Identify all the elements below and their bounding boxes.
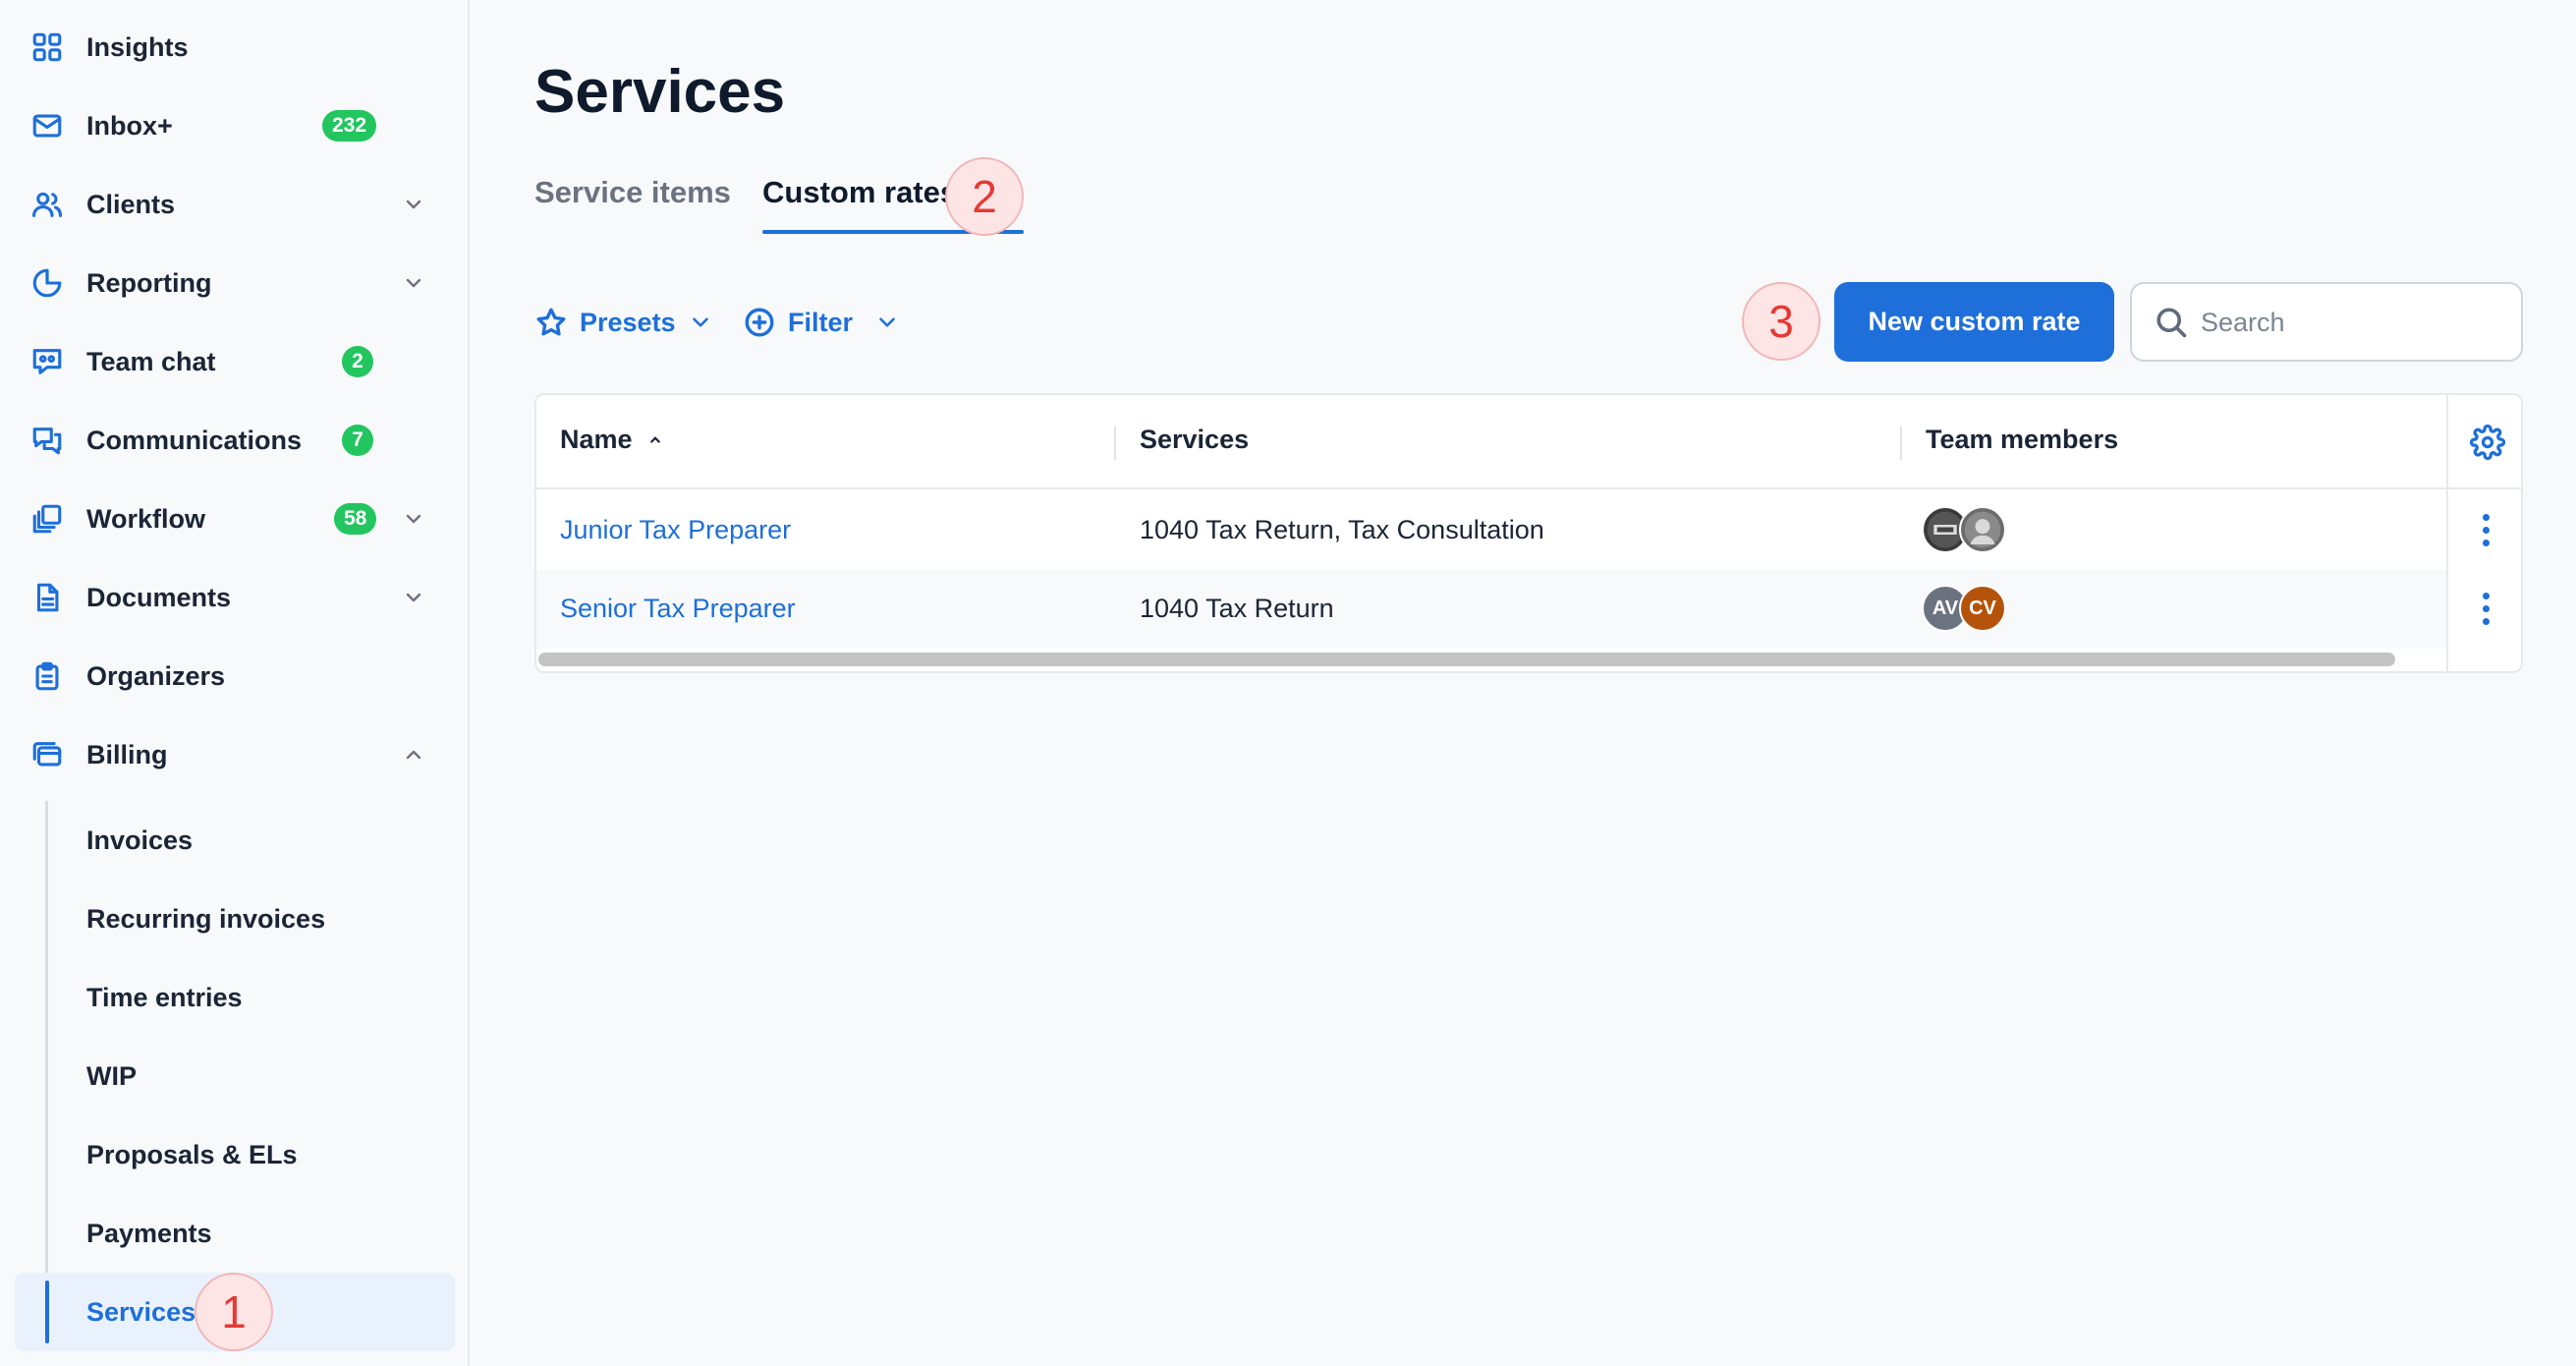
rate-services: 1040 Tax Return <box>1140 594 1334 623</box>
new-custom-rate-button[interactable]: New custom rate <box>1834 282 2114 362</box>
sidebar-subitem-recurring-invoices[interactable]: Recurring invoices <box>0 880 470 958</box>
chevron-down-icon[interactable] <box>399 504 428 534</box>
sidebar-item-billing[interactable]: Billing <box>0 715 470 794</box>
sidebar-subitem-invoices[interactable]: Invoices <box>0 801 470 880</box>
sidebar-subitem-payments[interactable]: Payments <box>0 1194 470 1273</box>
sidebar-item-communications[interactable]: Communications 7 <box>0 401 470 480</box>
sidebar-item-insights[interactable]: Insights <box>0 8 470 86</box>
sidebar-subitem-wip[interactable]: WIP <box>0 1037 470 1115</box>
mail-icon <box>29 108 65 143</box>
users-icon <box>29 187 65 222</box>
sidebar-item-label: Inbox+ <box>86 110 173 141</box>
step-marker-3: 3 <box>1742 282 1820 361</box>
grid-icon <box>29 29 65 65</box>
communications-count-badge: 7 <box>342 425 373 456</box>
sidebar-item-inbox[interactable]: Inbox+ 232 <box>0 86 470 165</box>
step-marker-2: 2 <box>945 157 1024 236</box>
document-icon <box>29 580 65 615</box>
sidebar-subitem-label: WIP <box>86 1060 137 1091</box>
column-header-label: Name <box>560 425 633 454</box>
sidebar-subitem-label: Invoices <box>86 825 194 855</box>
sort-ascending-icon[interactable] <box>646 431 664 449</box>
column-resize-handle[interactable] <box>1900 427 1902 460</box>
star-icon <box>536 308 566 336</box>
sidebar-item-label: Team chat <box>86 346 216 376</box>
sidebar-subitem-label: Services <box>86 1296 196 1327</box>
workflow-icon <box>29 501 65 537</box>
table-row: Junior Tax Preparer 1040 Tax Return, Tax… <box>536 491 2446 570</box>
table-row: Senior Tax Preparer 1040 Tax Return AV C… <box>536 570 2446 649</box>
presets-button[interactable]: Presets <box>534 298 713 347</box>
rate-services: 1040 Tax Return, Tax Consultation <box>1140 515 1544 544</box>
sidebar-item-label: Reporting <box>86 267 212 298</box>
sidebar-item-workflow[interactable]: Workflow 58 <box>0 480 470 558</box>
pie-chart-icon <box>29 265 65 301</box>
row-actions-menu-icon[interactable] <box>2462 585 2509 632</box>
sidebar-item-label: Insights <box>86 31 189 62</box>
gear-icon[interactable] <box>2470 425 2505 460</box>
avatar <box>1959 506 2006 553</box>
chevron-down-icon[interactable] <box>399 268 428 298</box>
sidebar-item-label: Clients <box>86 189 176 219</box>
page-title: Services <box>534 58 786 126</box>
tab-custom-rates[interactable]: Custom rates <box>762 175 957 210</box>
custom-rates-table: Name Services Team members Junior Tax Pr… <box>534 393 2523 673</box>
chevron-down-icon <box>879 317 895 327</box>
sidebar-item-documents[interactable]: Documents <box>0 558 470 637</box>
sidebar-item-label: Organizers <box>86 660 226 691</box>
chevron-down-icon <box>692 317 708 327</box>
sidebar-subitem-proposals[interactable]: Proposals & ELs <box>0 1115 470 1194</box>
column-header-name[interactable]: Name <box>560 425 664 455</box>
rate-name-link[interactable]: Junior Tax Preparer <box>560 515 791 545</box>
filter-label: Filter <box>788 307 854 337</box>
avatar-photo-icon <box>1964 511 2001 548</box>
team-chat-count-badge: 2 <box>342 346 373 377</box>
sidebar: Insights Inbox+ 232 Clients Reporting Te… <box>0 0 470 1366</box>
sidebar-item-label: Communications <box>86 425 303 455</box>
clipboard-icon <box>29 658 65 694</box>
step-marker-1: 1 <box>195 1273 273 1351</box>
horizontal-scrollbar[interactable] <box>538 653 2395 666</box>
sidebar-item-reporting[interactable]: Reporting <box>0 244 470 322</box>
search-icon <box>2156 307 2187 337</box>
plus-circle-icon <box>745 308 774 337</box>
billing-icon <box>29 737 65 772</box>
column-header-services[interactable]: Services <box>1140 425 1249 455</box>
sidebar-item-label: Workflow <box>86 503 205 534</box>
sidebar-subitem-label: Recurring invoices <box>86 903 326 934</box>
sidebar-item-team-chat[interactable]: Team chat 2 <box>0 322 470 401</box>
presets-label: Presets <box>580 307 676 337</box>
rate-name-link[interactable]: Senior Tax Preparer <box>560 594 796 624</box>
sidebar-subitem-label: Proposals & ELs <box>86 1139 298 1169</box>
sidebar-item-label: Documents <box>86 582 232 612</box>
sidebar-subitem-label: Payments <box>86 1218 212 1248</box>
sidebar-subitem-time-entries[interactable]: Time entries <box>0 958 470 1037</box>
chat-bubbles-icon <box>29 423 65 458</box>
sidebar-item-clients[interactable]: Clients <box>0 165 470 244</box>
search-box <box>2130 282 2523 362</box>
workflow-count-badge: 58 <box>334 503 377 535</box>
chevron-up-icon[interactable] <box>399 740 428 769</box>
sidebar-subitem-label: Time entries <box>86 982 243 1012</box>
sidebar-item-organizers[interactable]: Organizers <box>0 637 470 715</box>
inbox-count-badge: 232 <box>322 110 377 142</box>
team-chat-icon <box>29 344 65 379</box>
search-input[interactable] <box>2201 302 2505 343</box>
row-actions-menu-icon[interactable] <box>2462 506 2509 553</box>
chevron-down-icon[interactable] <box>399 190 428 219</box>
column-resize-handle[interactable] <box>1114 427 1116 460</box>
avatar: CV <box>1959 585 2006 632</box>
column-header-team-members[interactable]: Team members <box>1926 425 2118 455</box>
chevron-down-icon[interactable] <box>399 583 428 612</box>
sidebar-item-label: Billing <box>86 739 168 769</box>
table-header: Name Services Team members <box>536 395 2521 489</box>
tab-service-items[interactable]: Service items <box>534 175 731 210</box>
filter-button[interactable]: Filter <box>743 298 900 347</box>
